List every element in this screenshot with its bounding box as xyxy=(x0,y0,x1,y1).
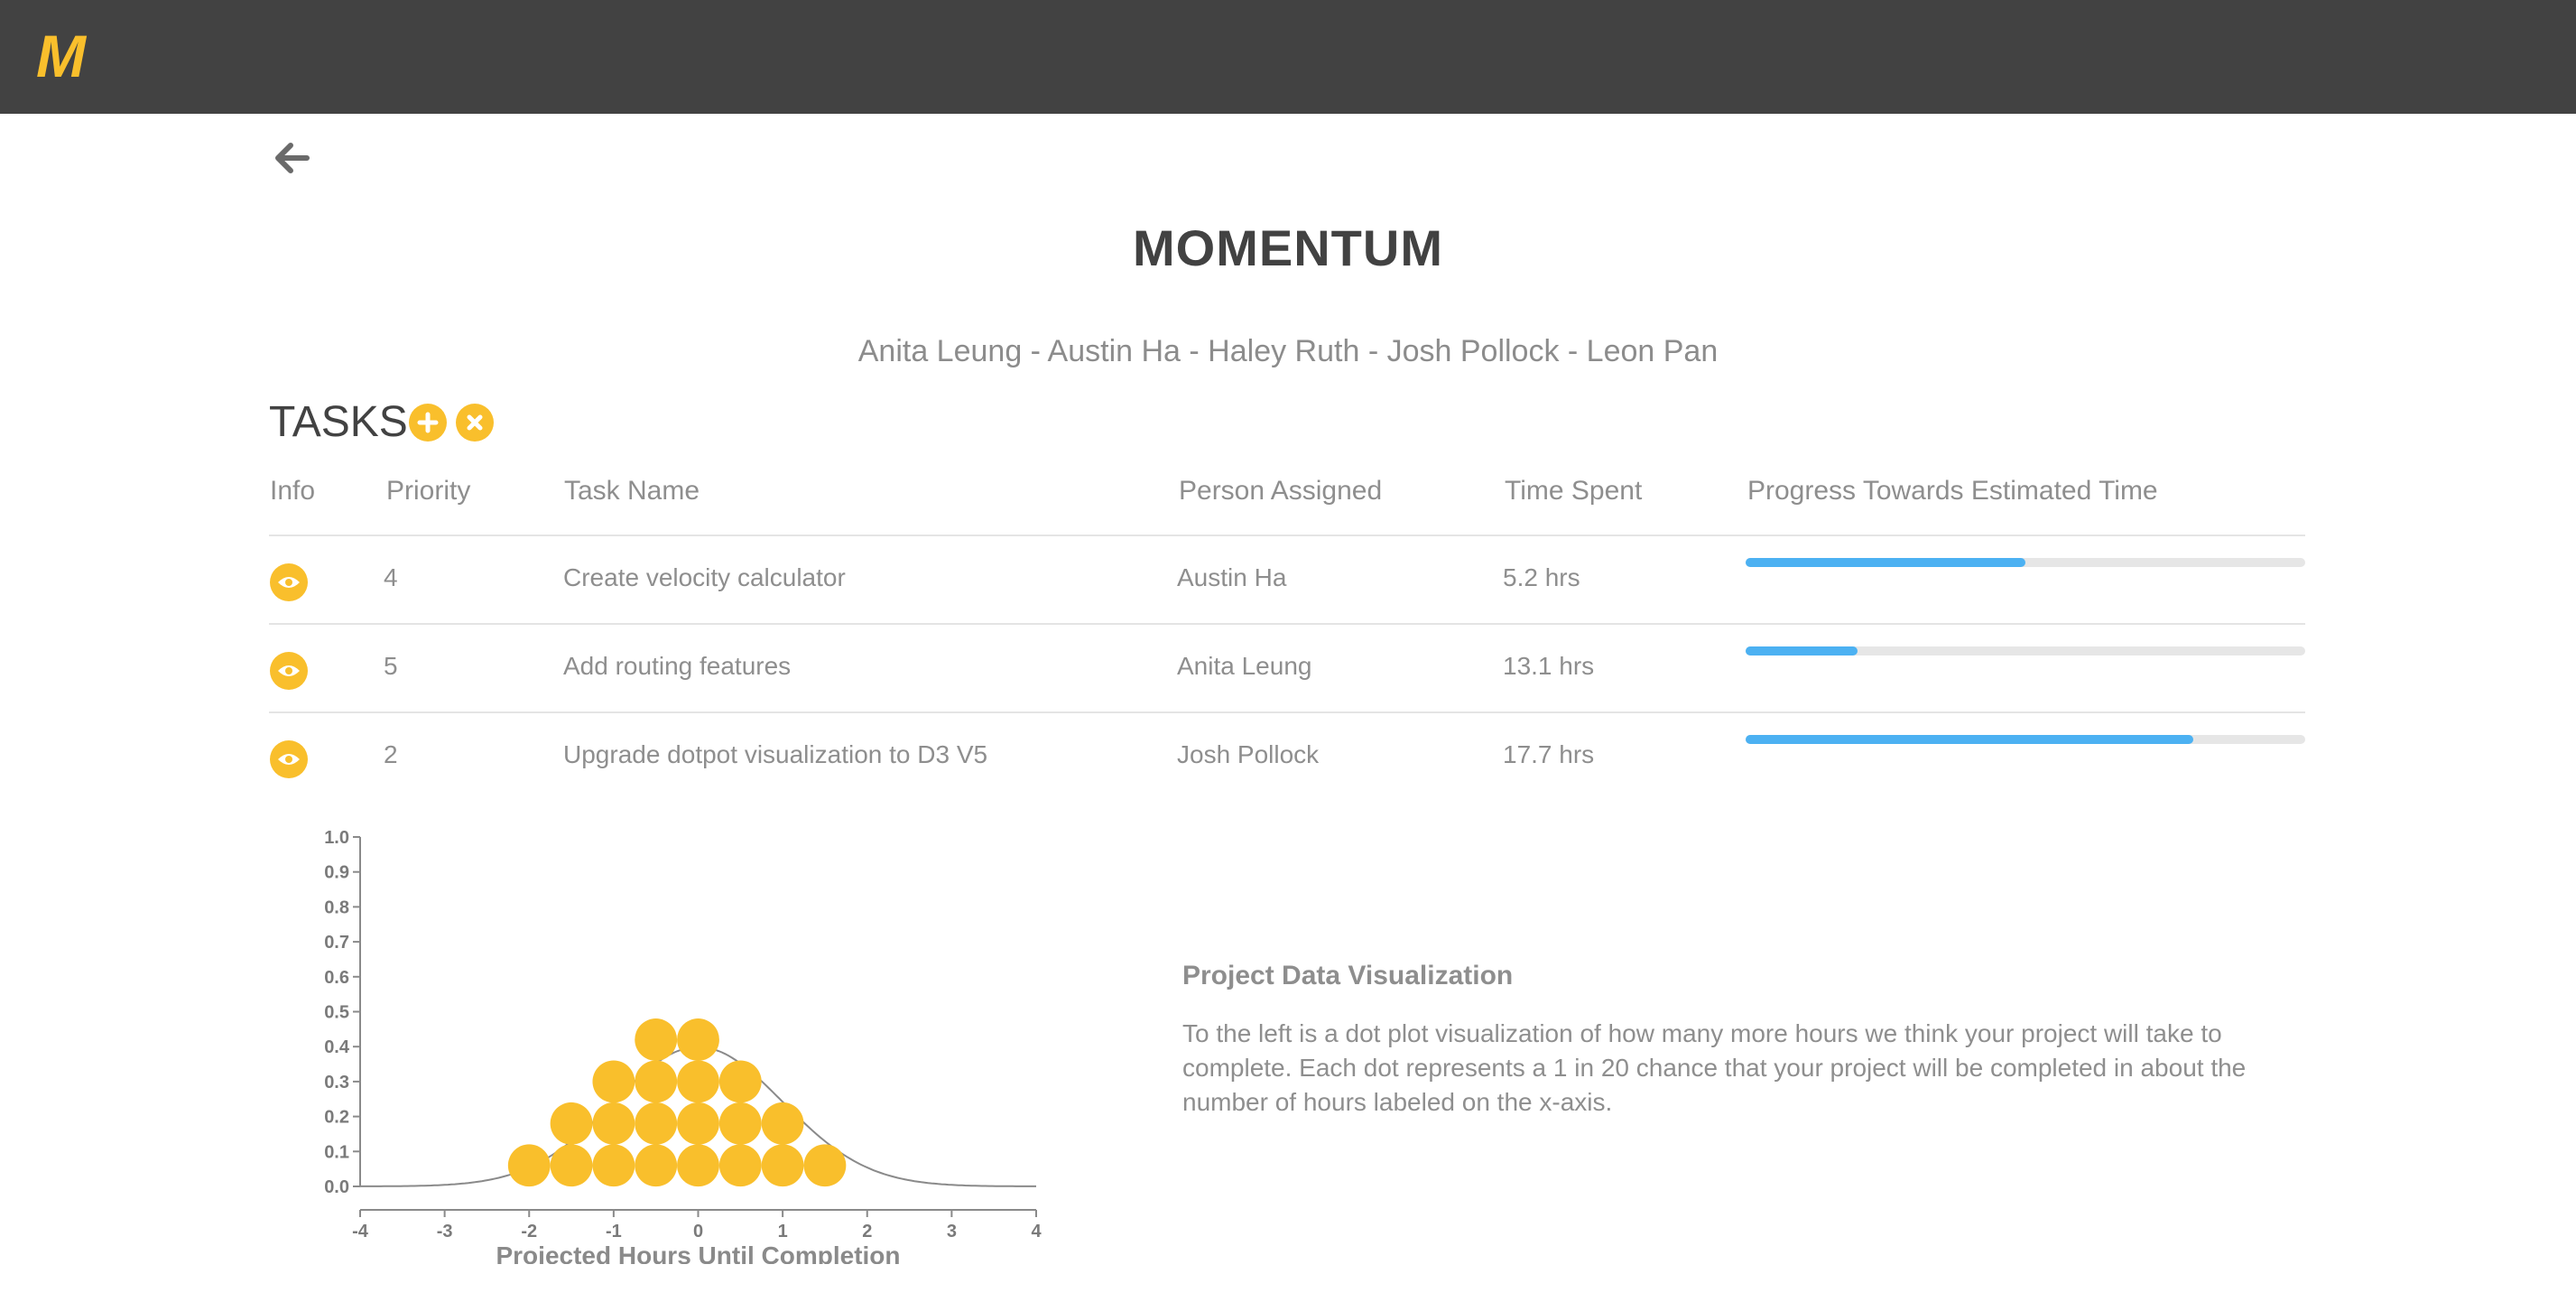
column-header-priority[interactable]: Priority xyxy=(386,473,470,509)
task-name: Add routing features xyxy=(563,652,792,680)
data-dot xyxy=(592,1102,635,1145)
dot-plot-chart: 0.0 0.1 0.2 0.3 0.4 0.5 0.6 0.7 0.8 0.9 1.0 -4 -3 -2 -… xyxy=(298,813,1065,1269)
y-tick-label: 0.3 xyxy=(324,1073,349,1092)
column-header-time[interactable]: Time Spent xyxy=(1505,473,1642,509)
remove-task-button[interactable] xyxy=(456,404,494,442)
data-dot xyxy=(550,1144,593,1187)
x-tick-label: 3 xyxy=(947,1222,957,1241)
top-bar: M xyxy=(0,0,2576,114)
data-dot xyxy=(592,1060,635,1103)
task-person: Austin Ha xyxy=(1177,563,1287,591)
task-name: Create velocity calculator xyxy=(563,563,846,591)
visualization-title: Project Data Visualization xyxy=(1182,961,1514,990)
x-tick-label: -4 xyxy=(352,1222,369,1241)
y-tick-label: 0.4 xyxy=(324,1037,350,1057)
x-tick-label: 4 xyxy=(1031,1222,1042,1241)
task-progress-bar xyxy=(1746,735,2305,744)
task-name: Upgrade dotpot visualization to D3 V5 xyxy=(563,740,988,768)
y-tick-label: 0.0 xyxy=(324,1177,349,1197)
data-dot xyxy=(677,1102,719,1145)
column-header-info[interactable]: Info xyxy=(270,473,315,509)
data-dot xyxy=(677,1144,719,1187)
data-dot xyxy=(550,1102,593,1145)
app-logo[interactable]: M xyxy=(36,22,86,90)
task-progress-fill xyxy=(1746,735,2193,744)
data-dot xyxy=(635,1144,678,1187)
info-button[interactable] xyxy=(270,652,308,690)
y-tick-label: 1.0 xyxy=(324,828,349,848)
task-progress-bar xyxy=(1746,558,2305,567)
project-title: MOMENTUM xyxy=(1133,219,1443,276)
eye-icon xyxy=(278,577,300,588)
tasks-heading: TASKS xyxy=(269,398,408,446)
x-tick-label: 1 xyxy=(778,1222,788,1241)
data-dot xyxy=(677,1018,719,1061)
data-dot xyxy=(718,1060,762,1103)
eye-icon xyxy=(278,754,300,765)
info-button[interactable] xyxy=(270,740,308,778)
close-icon xyxy=(467,414,483,431)
y-tick-label: 0.5 xyxy=(324,1003,349,1023)
x-tick-label: 0 xyxy=(693,1222,703,1241)
x-tick-label: -1 xyxy=(606,1222,622,1241)
add-task-button[interactable] xyxy=(409,404,447,442)
x-tick-label: -2 xyxy=(521,1222,537,1241)
task-time: 17.7 hrs xyxy=(1503,740,1595,768)
data-dot xyxy=(635,1018,678,1061)
visualization-description: To the left is a dot plot visualization … xyxy=(1182,1019,2247,1116)
x-tick-label: -3 xyxy=(437,1222,453,1241)
data-dot xyxy=(507,1144,551,1187)
column-header-task-name[interactable]: Task Name xyxy=(564,473,700,509)
column-header-person[interactable]: Person Assigned xyxy=(1179,473,1382,509)
y-tick-label: 0.9 xyxy=(324,863,349,883)
y-tick-label: 0.8 xyxy=(324,897,349,917)
back-arrow-icon[interactable] xyxy=(269,135,314,181)
y-tick-label: 0.1 xyxy=(324,1142,349,1162)
info-button[interactable] xyxy=(270,563,308,601)
data-dot xyxy=(635,1102,678,1145)
plus-icon xyxy=(417,412,439,433)
data-dot xyxy=(761,1144,804,1187)
x-tick-label: 2 xyxy=(862,1222,872,1241)
y-tick-label: 0.6 xyxy=(324,968,349,988)
data-dot xyxy=(718,1102,762,1145)
eye-icon xyxy=(278,665,300,676)
dot-plot-svg: 0.0 0.1 0.2 0.3 0.4 0.5 0.6 0.7 0.8 0.9 1.0 -4 -3 -2 -… xyxy=(324,828,1042,1269)
task-time: 5.2 hrs xyxy=(1503,563,1580,591)
task-time: 13.1 hrs xyxy=(1503,652,1595,680)
y-tick-label: 0.7 xyxy=(324,933,349,953)
task-priority: 2 xyxy=(384,740,398,768)
task-progress-fill xyxy=(1746,646,1858,656)
data-dot xyxy=(718,1144,762,1187)
task-priority: 5 xyxy=(384,652,398,680)
task-priority: 4 xyxy=(384,563,398,591)
table-divider xyxy=(269,623,2305,625)
task-person: Josh Pollock xyxy=(1177,740,1320,768)
y-tick-label: 0.2 xyxy=(324,1108,349,1128)
task-progress-bar xyxy=(1746,646,2305,656)
data-dot xyxy=(761,1102,804,1145)
table-divider xyxy=(269,711,2305,713)
task-person: Anita Leung xyxy=(1177,652,1312,680)
task-progress-fill xyxy=(1746,558,2025,567)
data-dot xyxy=(592,1144,635,1187)
x-axis-label: Projected Hours Until Completion xyxy=(496,1241,900,1264)
data-dot xyxy=(635,1060,678,1103)
data-dot xyxy=(677,1060,719,1103)
project-members: Anita Leung - Austin Ha - Haley Ruth - J… xyxy=(857,334,1719,368)
column-header-progress[interactable]: Progress Towards Estimated Time xyxy=(1747,473,2158,509)
table-divider xyxy=(269,535,2305,536)
data-dot xyxy=(803,1144,847,1187)
